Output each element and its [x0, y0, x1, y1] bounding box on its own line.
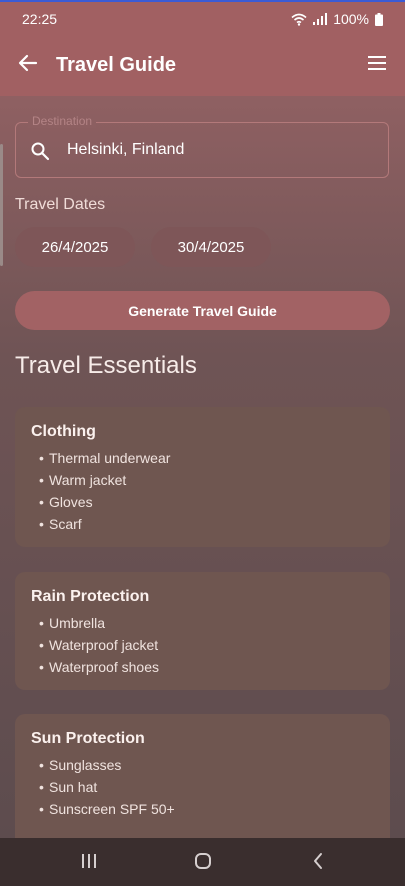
menu-button[interactable]: [363, 51, 391, 79]
page-title: Travel Guide: [56, 54, 177, 76]
app-bar: Travel Guide: [0, 34, 405, 96]
list-item-text: Thermal underwear: [49, 450, 171, 466]
nav-back-button[interactable]: [306, 852, 330, 874]
main-content[interactable]: Destination Helsinki, Finland Travel Dat…: [0, 96, 405, 838]
essentials-card-sun-protection: Sun Protection • Sunglasses • Sun hat • Sun…: [15, 714, 390, 838]
status-bar: 22:25 100%: [0, 0, 405, 34]
destination-field[interactable]: Destination Helsinki, Finland: [15, 114, 389, 178]
wifi-icon: [291, 13, 307, 26]
back-button[interactable]: [14, 51, 42, 79]
end-date-button[interactable]: 30/4/2025: [151, 227, 271, 267]
home-icon: [194, 852, 212, 875]
search-icon: [30, 141, 50, 161]
list-item: • Waterproof shoes: [39, 659, 159, 675]
nav-back-icon: [312, 852, 324, 875]
start-date-button[interactable]: 26/4/2025: [15, 227, 135, 267]
list-item-text: Scarf: [49, 516, 82, 532]
recents-icon: [80, 853, 98, 874]
list-item-text: Warm jacket: [49, 472, 127, 488]
status-icons: 100%: [291, 11, 383, 27]
recents-button[interactable]: [77, 852, 101, 874]
list-item-text: Sunglasses: [49, 757, 122, 773]
generate-travel-guide-button[interactable]: Generate Travel Guide: [15, 291, 390, 330]
home-button[interactable]: [191, 852, 215, 874]
card-title: Clothing: [31, 423, 96, 440]
list-item-text: Waterproof shoes: [49, 659, 159, 675]
list-item-text: Sunscreen SPF 50+: [49, 801, 175, 817]
list-item: • Sun hat: [39, 779, 98, 795]
travel-dates-label: Travel Dates: [15, 196, 106, 213]
list-item: • Warm jacket: [39, 472, 127, 488]
list-item: • Sunscreen SPF 50+: [39, 801, 175, 817]
signal-icon: [313, 13, 328, 25]
essentials-card-clothing: Clothing • Thermal underwear • Warm jacket…: [15, 407, 390, 547]
destination-label: Destination: [28, 114, 97, 128]
battery-icon: [375, 12, 383, 26]
travel-essentials-title: Travel Essentials: [15, 352, 197, 379]
list-item-text: Waterproof jacket: [49, 637, 159, 653]
essentials-card-rain-protection: Rain Protection • Umbrella • Waterproof ja…: [15, 572, 390, 690]
card-title: Sun Protection: [31, 730, 145, 747]
scroll-indicator: [0, 144, 3, 266]
list-item: • Umbrella: [39, 615, 106, 631]
battery-level: 100%: [333, 11, 369, 27]
list-item-text: Sun hat: [49, 779, 98, 795]
list-item: • Thermal underwear: [39, 450, 171, 466]
arrow-left-icon: [18, 53, 38, 78]
list-item: • Waterproof jacket: [39, 637, 159, 653]
hamburger-menu-icon: [367, 55, 387, 76]
list-item: • Scarf: [39, 516, 82, 532]
card-title: Rain Protection: [31, 588, 150, 605]
list-item-text: Gloves: [49, 494, 93, 510]
list-item: • Gloves: [39, 494, 93, 510]
system-nav-bar: [0, 838, 405, 886]
destination-input[interactable]: Helsinki, Finland: [67, 141, 184, 159]
status-time: 22:25: [22, 11, 58, 27]
list-item: • Sunglasses: [39, 757, 122, 773]
list-item-text: Umbrella: [49, 615, 106, 631]
